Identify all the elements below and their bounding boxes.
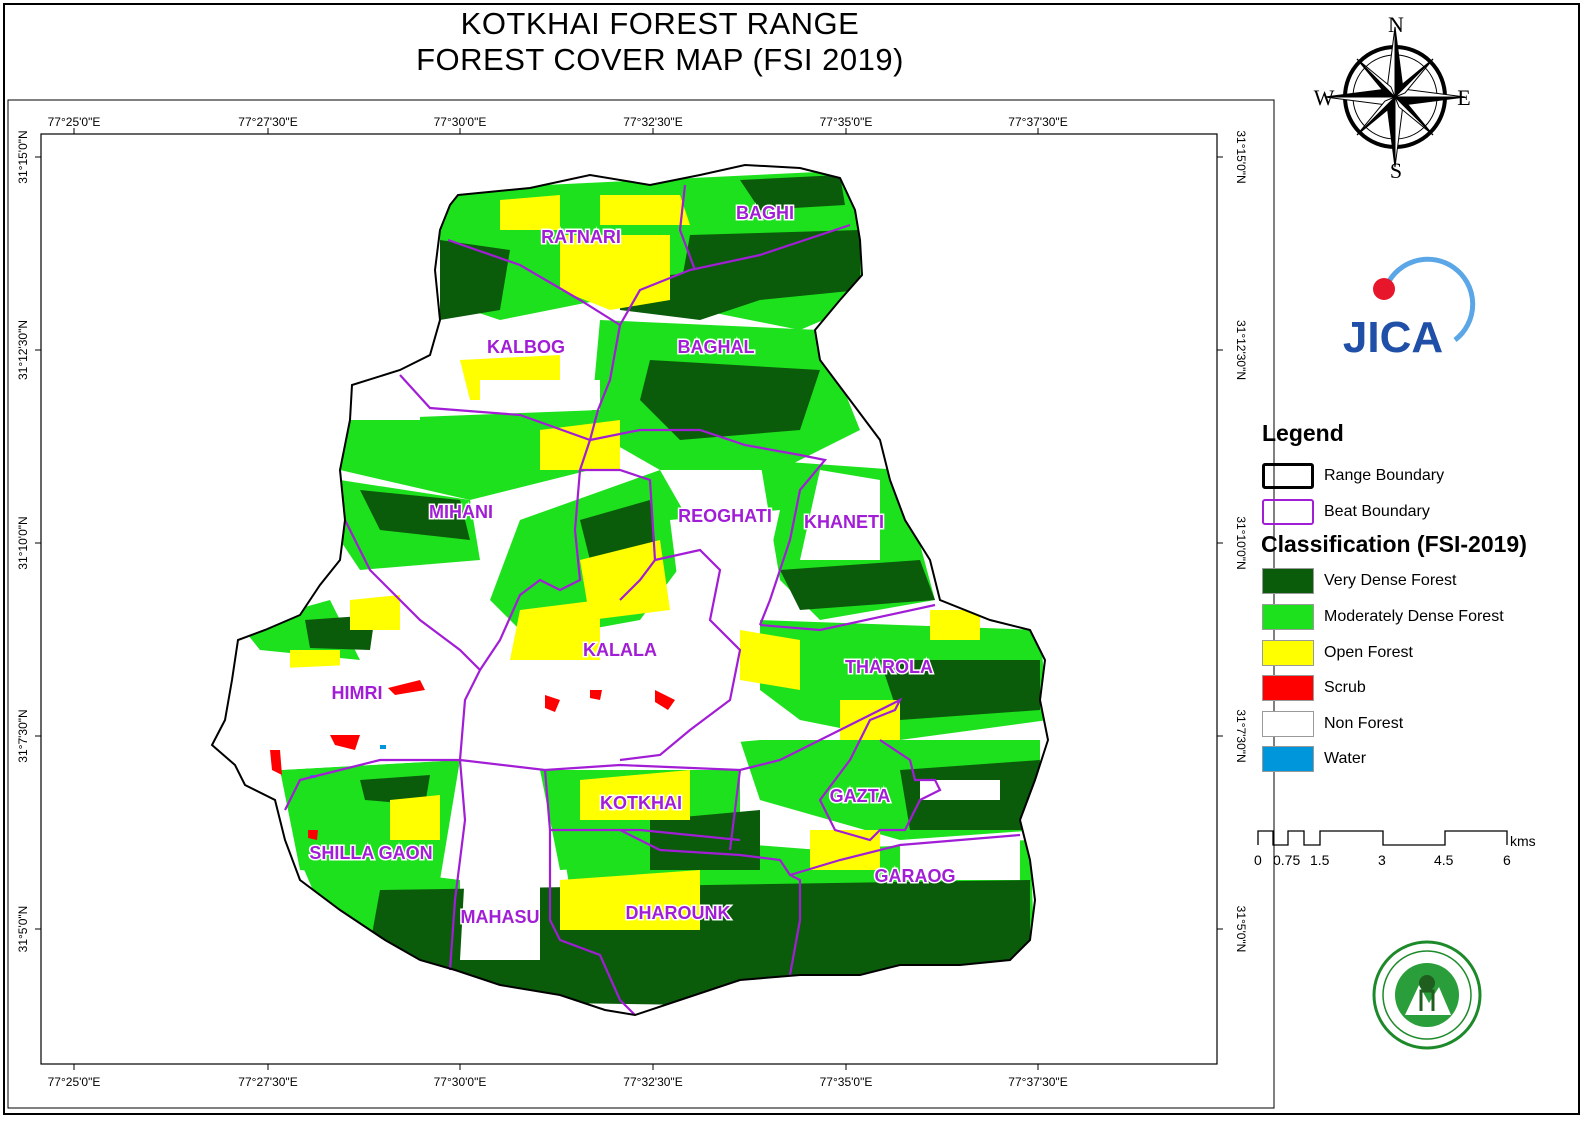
legend-swatch-open-forest	[1262, 640, 1314, 666]
legend-swatch-moderately-dense-forest	[1262, 604, 1314, 630]
scale-tick-0: 0	[1254, 852, 1262, 868]
lat-label-right-1: 31°15'0"N	[1234, 130, 1248, 183]
legend-label-non-forest: Non Forest	[1324, 715, 1404, 732]
legend-swatch-very-dense-forest	[1262, 568, 1314, 594]
scale-tick-1-5: 1.5	[1310, 852, 1330, 868]
legend-row-beat-boundary: Beat Boundary	[1262, 498, 1430, 526]
forest-cover-map: 77°25'0"E 77°27'30"E 77°30'0"E 77°32'30"…	[7, 12, 1508, 1109]
beat-label-kalala: KALALA	[583, 640, 657, 660]
lat-label-left-4: 31°7'30"N	[16, 709, 30, 762]
lat-label-left-1: 31°15'0"N	[16, 130, 30, 183]
beat-label-kalbog: KALBOG	[487, 337, 565, 357]
beat-label-reoghati: REOGHATI	[678, 506, 772, 526]
legend-label-range-boundary: Range Boundary	[1324, 467, 1445, 484]
beat-label-tharola: THAROLA	[845, 657, 933, 677]
scale-tick-6: 6	[1503, 852, 1511, 868]
scale-tick-3: 3	[1378, 852, 1386, 868]
lon-label-top-4: 77°32'30"E	[623, 115, 682, 129]
beat-label-mahasu: MAHASU	[461, 907, 540, 927]
legend-swatch-water	[1262, 746, 1314, 772]
beat-label-dharounk: DHAROUNK	[626, 903, 731, 923]
legend-label-open-forest: Open Forest	[1324, 644, 1413, 661]
legend-title: Legend	[1262, 420, 1344, 446]
scale-unit-label: kms	[1510, 833, 1536, 849]
beat-label-baghi: BAGHI	[736, 203, 794, 223]
legend-swatch-non-forest	[1262, 711, 1314, 737]
lon-label-bottom-5: 77°35'0"E	[820, 1075, 873, 1089]
legend-label-very-dense-forest: Very Dense Forest	[1324, 572, 1457, 589]
beat-label-ratnari: RATNARI	[541, 227, 621, 247]
legend-swatch-range-boundary	[1262, 463, 1314, 489]
lat-label-right-4: 31°7'30"N	[1234, 709, 1248, 762]
legend-swatch-beat-boundary	[1262, 499, 1314, 525]
lon-label-top-5: 77°35'0"E	[820, 115, 873, 129]
lon-label-top-1: 77°25'0"E	[48, 115, 101, 129]
legend-row-water: Water	[1262, 745, 1366, 773]
legend-classification-title: Classification (FSI-2019)	[1261, 531, 1527, 557]
lon-label-top-2: 77°27'30"E	[238, 115, 297, 129]
beat-label-khaneti: KHANETI	[804, 512, 884, 532]
compass-north-label: N	[1388, 12, 1404, 37]
legend-swatch-scrub	[1262, 675, 1314, 701]
beat-label-mihani: MIHANI	[429, 502, 493, 522]
lon-label-bottom-3: 77°30'0"E	[434, 1075, 487, 1089]
lat-label-right-2: 31°12'30"N	[1234, 320, 1248, 380]
jica-logo: JICA	[1343, 256, 1476, 362]
lat-label-right-5: 31°5'0"N	[1234, 906, 1248, 953]
beat-label-garaog: GARAOG	[875, 866, 956, 886]
scale-tick-0-75: 0.75	[1273, 852, 1301, 868]
legend-row-very-dense-forest: Very Dense Forest	[1262, 567, 1457, 595]
legend-label-moderately-dense-forest: Moderately Dense Forest	[1324, 608, 1504, 625]
forest-department-emblem	[1372, 940, 1482, 1050]
compass-east-label: E	[1457, 85, 1470, 110]
scale-bar	[1257, 830, 1508, 846]
lat-label-left-3: 31°10'0"N	[16, 516, 30, 569]
lon-label-top-3: 77°30'0"E	[434, 115, 487, 129]
lon-label-bottom-6: 77°37'30"E	[1008, 1075, 1067, 1089]
legend-row-scrub: Scrub	[1262, 674, 1366, 702]
lon-label-bottom-1: 77°25'0"E	[48, 1075, 101, 1089]
compass-west-label: W	[1314, 85, 1335, 110]
lat-label-right-3: 31°10'0"N	[1234, 516, 1248, 569]
lat-label-left-2: 31°12'30"N	[16, 320, 30, 380]
scale-tick-4-5: 4.5	[1434, 852, 1454, 868]
beat-label-himri: HIMRI	[332, 683, 383, 703]
legend-label-water: Water	[1324, 750, 1367, 767]
legend-label-beat-boundary: Beat Boundary	[1324, 503, 1430, 520]
lon-label-bottom-2: 77°27'30"E	[238, 1075, 297, 1089]
lat-label-left-5: 31°5'0"N	[16, 906, 30, 953]
beat-label-shilla-gaon: SHILLA GAON	[309, 843, 432, 863]
lon-label-top-6: 77°37'30"E	[1008, 115, 1067, 129]
legend-row-range-boundary: Range Boundary	[1262, 462, 1444, 490]
jica-logo-text: JICA	[1343, 313, 1443, 362]
north-arrow-icon	[1324, 26, 1466, 168]
legend-row-open-forest: Open Forest	[1262, 639, 1413, 667]
legend-label-scrub: Scrub	[1324, 679, 1366, 696]
lon-label-bottom-4: 77°32'30"E	[623, 1075, 682, 1089]
legend-row-non-forest: Non Forest	[1262, 710, 1403, 738]
beat-label-kotkhai: KOTKHAI	[600, 793, 682, 813]
legend-row-moderately-dense-forest: Moderately Dense Forest	[1262, 603, 1504, 631]
beat-label-baghal: BAGHAL	[678, 337, 755, 357]
compass-south-label: S	[1390, 158, 1402, 183]
beat-label-gazta: GAZTA	[830, 786, 891, 806]
